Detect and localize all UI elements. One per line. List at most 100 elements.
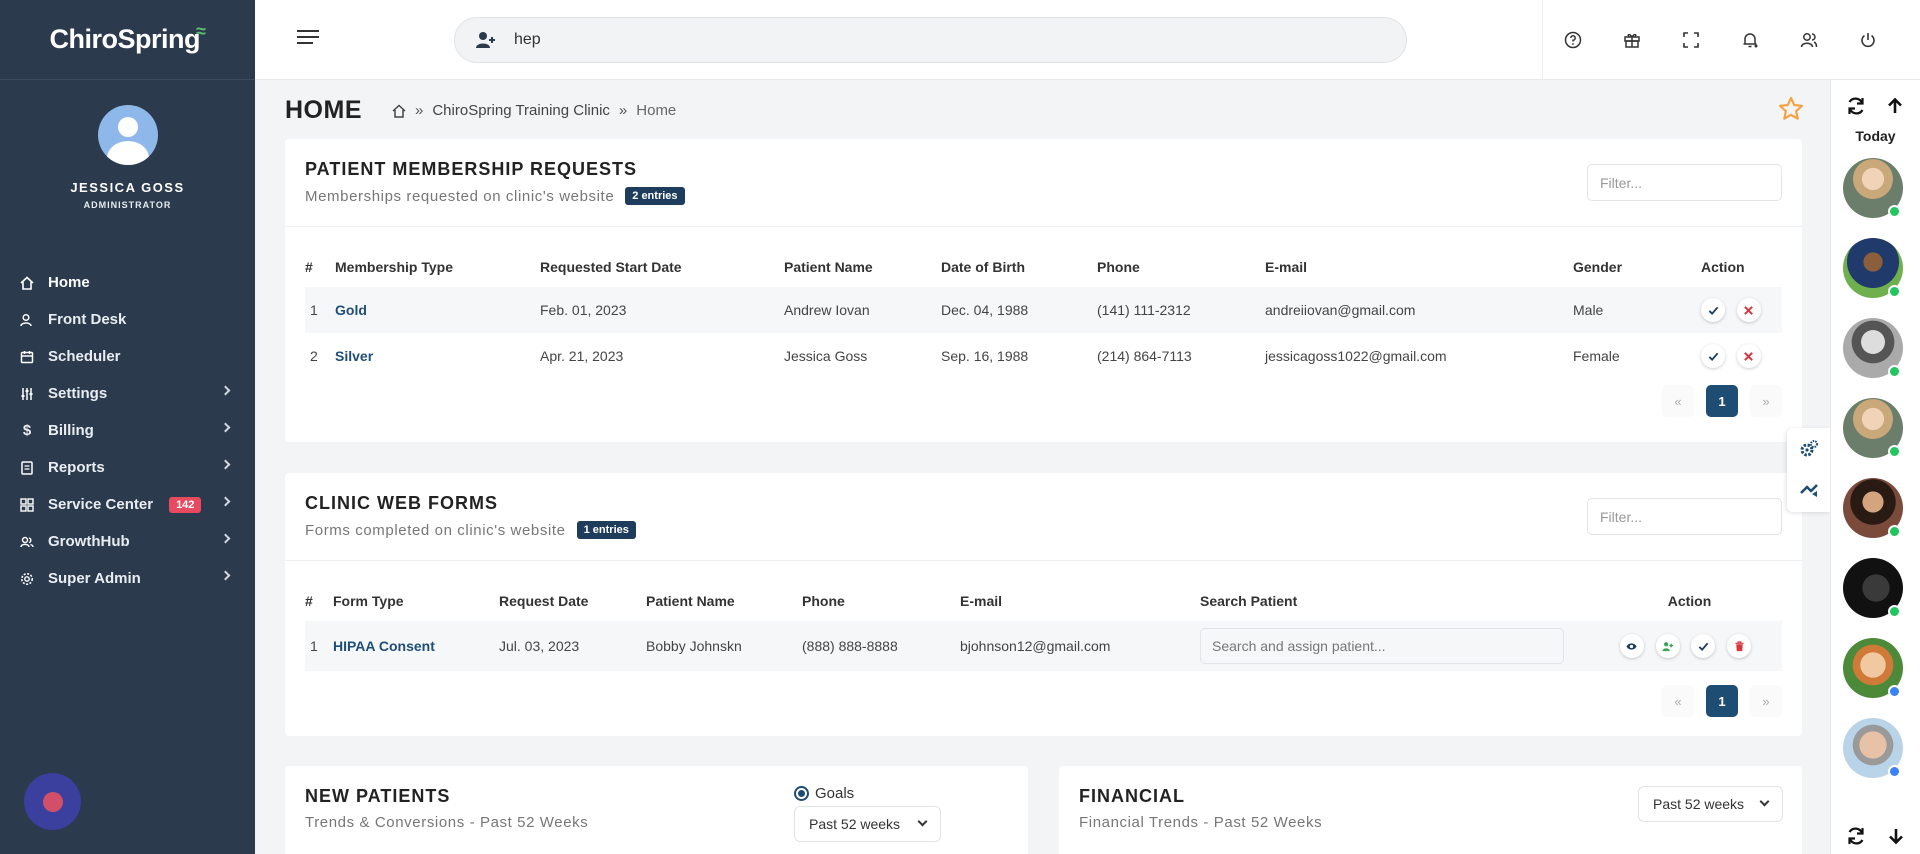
row-number: 2 — [310, 348, 318, 364]
home-icon[interactable] — [392, 103, 406, 118]
start-date: Apr. 21, 2023 — [540, 348, 624, 364]
view-button[interactable] — [1619, 634, 1644, 658]
help-icon[interactable] — [1543, 0, 1602, 80]
table-row: 1 HIPAA Consent Jul. 03, 2023 Bobby John… — [305, 621, 1782, 671]
date-of-birth: Dec. 04, 1988 — [941, 302, 1029, 318]
membership-type-link[interactable]: Silver — [335, 333, 540, 379]
users-icon[interactable] — [1779, 0, 1838, 80]
sidebar-item-label: Scheduler — [48, 348, 121, 365]
email: andreiiovan@gmail.com — [1265, 302, 1416, 318]
main-content: HOME » ChiroSpring Training Clinic » Hom… — [255, 80, 1830, 854]
card-subtitle: Trends & Conversions - Past 52 Weeks — [305, 814, 588, 831]
power-icon[interactable] — [1838, 0, 1897, 80]
contact-avatar[interactable] — [1843, 478, 1903, 538]
goals-toggle[interactable]: Goals — [794, 785, 854, 802]
add-patient-button[interactable] — [1655, 634, 1680, 658]
chevron-right-icon — [220, 422, 231, 433]
approve-button[interactable] — [1701, 298, 1725, 322]
pagination-next[interactable]: » — [1750, 685, 1782, 717]
contact-avatar[interactable] — [1843, 638, 1903, 698]
sidebar-item-label: Reports — [48, 459, 105, 476]
search-input[interactable] — [514, 31, 1214, 49]
column-header: E-mail — [1265, 259, 1308, 275]
right-sidebar-bottom-controls — [1836, 824, 1916, 848]
add-user-icon — [1662, 641, 1674, 651]
card-title: FINANCIAL — [1079, 786, 1185, 806]
assign-patient-input[interactable]: Search and assign patient... — [1200, 628, 1564, 664]
sidebar-item-scheduler[interactable]: Scheduler — [0, 338, 255, 375]
sidebar-item-growthhub[interactable]: GrowthHub — [0, 523, 255, 560]
brand-logo[interactable]: ChiroSpring ≈ — [0, 0, 255, 80]
patient-search-bar[interactable] — [454, 17, 1407, 63]
reject-button[interactable] — [1736, 298, 1761, 322]
chat-launcher-icon — [42, 791, 63, 812]
chevron-right-icon — [220, 570, 231, 581]
column-header: E-mail — [960, 593, 1003, 609]
refresh-icon[interactable] — [1844, 824, 1868, 848]
filter-input[interactable]: Filter... — [1587, 164, 1782, 201]
breadcrumb-clinic-link[interactable]: ChiroSpring Training Clinic — [432, 102, 610, 119]
delete-button[interactable] — [1727, 634, 1752, 658]
chevron-down-icon — [917, 816, 928, 827]
approve-button[interactable] — [1701, 344, 1725, 368]
range-select[interactable]: Past 52 weeks — [1638, 786, 1783, 822]
hamburger-menu-icon[interactable] — [297, 30, 319, 50]
contact-avatar[interactable] — [1843, 318, 1903, 378]
notification-bell-icon[interactable] — [1720, 0, 1779, 80]
contact-avatar[interactable] — [1843, 398, 1903, 458]
contact-avatar[interactable] — [1843, 238, 1903, 298]
pagination-next[interactable]: » — [1750, 385, 1782, 417]
financial-card: FINANCIAL Financial Trends - Past 52 Wee… — [1059, 766, 1802, 854]
favorite-star-icon[interactable] — [1777, 95, 1805, 123]
sidebar-item-home[interactable]: Home — [0, 264, 255, 301]
sidebar-item-front-desk[interactable]: Front Desk — [0, 301, 255, 338]
sidebar-item-billing[interactable]: $ Billing — [0, 412, 255, 449]
contact-avatar[interactable] — [1843, 718, 1903, 778]
goals-label: Goals — [815, 785, 855, 802]
page-title: HOME — [285, 96, 362, 124]
chat-launcher-button[interactable] — [24, 773, 81, 830]
card-title: CLINIC WEB FORMS — [305, 493, 498, 513]
column-header: Date of Birth — [941, 259, 1025, 275]
calendar-icon — [20, 350, 34, 364]
refresh-icon[interactable] — [1844, 94, 1868, 118]
membership-type-link[interactable]: Gold — [335, 287, 540, 333]
membership-requests-card: PATIENT MEMBERSHIP REQUESTS Memberships … — [285, 139, 1802, 442]
sidebar-item-settings[interactable]: Settings — [0, 375, 255, 412]
status-dot — [1888, 605, 1901, 618]
contact-avatar[interactable] — [1843, 558, 1903, 618]
arrow-up-icon[interactable] — [1883, 94, 1907, 118]
row-number: 1 — [310, 638, 318, 654]
reject-button[interactable] — [1736, 344, 1761, 368]
sidebar-item-reports[interactable]: Reports — [0, 449, 255, 486]
sidebar-item-label: Front Desk — [48, 311, 127, 328]
column-header: Patient Name — [646, 593, 735, 609]
page-header: HOME » ChiroSpring Training Clinic » Hom… — [285, 96, 676, 125]
sidebar-item-service-center[interactable]: Service Center 142 — [0, 486, 255, 523]
user-avatar[interactable] — [97, 105, 158, 165]
sidebar-item-super-admin[interactable]: Super Admin — [0, 560, 255, 597]
pagination-page[interactable]: 1 — [1706, 685, 1738, 717]
pagination-page[interactable]: 1 — [1706, 385, 1738, 417]
arrow-down-icon[interactable] — [1884, 824, 1908, 848]
pagination: « 1 » — [1650, 685, 1782, 717]
settings-gear-icon[interactable] — [1787, 428, 1830, 470]
fullscreen-icon[interactable] — [1661, 0, 1720, 80]
pagination-prev[interactable]: « — [1662, 685, 1694, 717]
range-select[interactable]: Past 52 weeks — [794, 806, 941, 842]
right-sidebar-controls — [1831, 94, 1920, 118]
action-cell — [1597, 621, 1782, 671]
transfer-icon[interactable] — [1787, 470, 1830, 512]
contact-avatar[interactable] — [1843, 158, 1903, 218]
pagination-prev[interactable]: « — [1662, 385, 1694, 417]
gift-icon[interactable] — [1602, 0, 1661, 80]
card-subtitle: Forms completed on clinic's website 1 en… — [305, 521, 636, 539]
approve-button[interactable] — [1691, 634, 1716, 658]
gender: Male — [1573, 302, 1604, 318]
chevron-down-icon — [1759, 796, 1770, 807]
phone: (214) 864-7113 — [1097, 348, 1192, 364]
sidebar-item-label: GrowthHub — [48, 533, 130, 550]
form-type-link[interactable]: HIPAA Consent — [333, 621, 499, 671]
chevron-right-icon — [220, 385, 231, 396]
filter-input[interactable]: Filter... — [1587, 498, 1782, 535]
